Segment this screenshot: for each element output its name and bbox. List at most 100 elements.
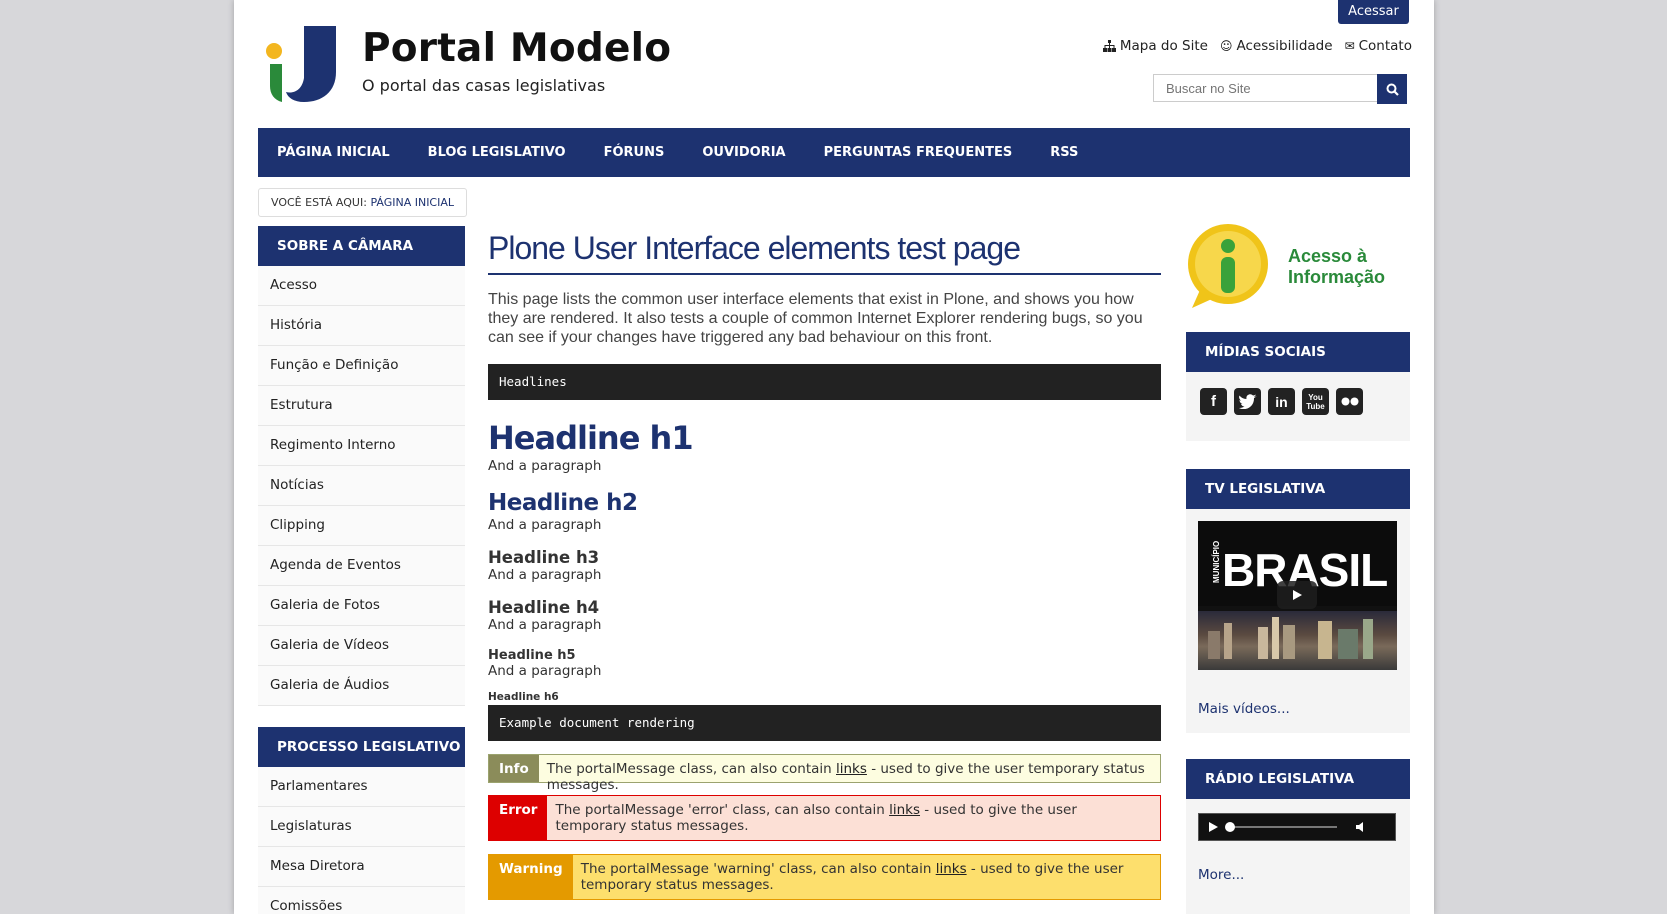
warning-link[interactable]: links: [936, 861, 967, 877]
search-box: [1153, 74, 1409, 104]
play-button[interactable]: [1277, 581, 1317, 609]
paragraph-h2: And a paragraph: [488, 517, 602, 533]
play-icon[interactable]: [1207, 821, 1219, 833]
search-icon: [1386, 83, 1399, 96]
sobre-item-agenda[interactable]: Agenda de Eventos: [258, 546, 465, 586]
paragraph-h1: And a paragraph: [488, 458, 602, 474]
portal-message-info: Info The portalMessage class, can also c…: [488, 754, 1161, 793]
volume-icon[interactable]: [1355, 821, 1369, 833]
audio-progress-handle[interactable]: [1225, 822, 1235, 832]
warning-label: Warning: [489, 855, 573, 899]
portlet-processo-legislativo: PROCESSO LEGISLATIVO Parlamentares Legis…: [258, 727, 465, 914]
contact-link[interactable]: ✉ Contato: [1345, 38, 1412, 54]
more-audios-link[interactable]: More...: [1186, 841, 1410, 895]
info-link[interactable]: links: [836, 761, 867, 777]
smile-icon: ☺: [1219, 39, 1233, 53]
contact-label: Contato: [1358, 38, 1412, 54]
nav-item-forums[interactable]: FÓRUNS: [585, 128, 684, 177]
portal-message-error: Error The portalMessage 'error' class, c…: [488, 795, 1161, 841]
main-content: Plone User Interface elements test page …: [488, 226, 1161, 900]
breadcrumb-prefix: VOCÊ ESTÁ AQUI:: [271, 196, 367, 209]
headline-h4: Headline h4: [488, 598, 600, 617]
processo-item-comissoes[interactable]: Comissões: [258, 887, 465, 914]
portlet-radio-legislativa: RÁDIO LEGISLATIVA More...: [1186, 759, 1410, 914]
portlet-sobre-camara: SOBRE A CÂMARA Acesso História Função e …: [258, 226, 465, 706]
portlet-header-processo[interactable]: PROCESSO LEGISLATIVO: [258, 727, 465, 767]
sobre-item-clipping[interactable]: Clipping: [258, 506, 465, 546]
portlet-header-radio[interactable]: RÁDIO LEGISLATIVA: [1186, 759, 1410, 799]
code-block-headlines: Headlines: [488, 364, 1161, 400]
portlet-header-midias[interactable]: MÍDIAS SOCIAIS: [1186, 332, 1410, 372]
paragraph-h3: And a paragraph: [488, 567, 602, 583]
headline-h1: Headline h1: [488, 419, 694, 457]
login-button[interactable]: Acessar: [1338, 0, 1409, 24]
sobre-item-videos[interactable]: Galeria de Vídeos: [258, 626, 465, 666]
acesso-informacao-banner[interactable]: Acesso à Informação: [1186, 224, 1410, 310]
error-text: The portalMessage 'error' class, can als…: [555, 802, 1077, 834]
headline-h5: Headline h5: [488, 648, 576, 663]
accessibility-link[interactable]: ☺ Acessibilidade: [1220, 38, 1333, 54]
nav-item-faq[interactable]: PERGUNTAS FREQUENTES: [805, 128, 1032, 177]
more-videos-link[interactable]: Mais vídeos...: [1186, 670, 1410, 729]
document-description: This page lists the common user interfac…: [488, 291, 1143, 346]
main-navigation: PÁGINA INICIAL BLOG LEGISLATIVO FÓRUNS O…: [258, 128, 1410, 177]
processo-item-mesa[interactable]: Mesa Diretora: [258, 847, 465, 887]
info-label: Info: [489, 755, 539, 782]
sobre-item-acesso[interactable]: Acesso: [258, 266, 465, 306]
sobre-item-audios[interactable]: Galeria de Áudios: [258, 666, 465, 706]
processo-item-legislaturas[interactable]: Legislaturas: [258, 807, 465, 847]
sobre-list: Acesso História Função e Definição Estru…: [258, 266, 465, 706]
linkedin-icon[interactable]: in: [1268, 388, 1295, 415]
flickr-icon[interactable]: [1336, 388, 1363, 415]
nav-item-blog[interactable]: BLOG LEGISLATIVO: [409, 128, 585, 177]
sobre-item-noticias[interactable]: Notícias: [258, 466, 465, 506]
document-title: Plone User Interface elements test page: [488, 230, 1161, 275]
search-button[interactable]: [1377, 74, 1407, 104]
portal-logo[interactable]: [264, 26, 336, 102]
sobre-item-funcao[interactable]: Função e Definição: [258, 346, 465, 386]
page: Acessar Portal Modelo O portal das casas…: [234, 0, 1434, 914]
info-text: The portalMessage class, can also contai…: [546, 761, 1145, 793]
audio-progress-track[interactable]: [1225, 822, 1337, 832]
error-link[interactable]: links: [889, 802, 920, 818]
audio-player: [1198, 813, 1396, 841]
code-block-example: Example document rendering: [488, 705, 1161, 741]
error-label: Error: [489, 796, 548, 840]
portlet-midias-sociais: MÍDIAS SOCIAIS f in You Tube: [1186, 332, 1410, 441]
nav-item-home[interactable]: PÁGINA INICIAL: [258, 128, 409, 177]
search-input[interactable]: [1153, 74, 1377, 102]
headline-h3: Headline h3: [488, 548, 600, 567]
headline-h2: Headline h2: [488, 490, 638, 516]
sitemap-label: Mapa do Site: [1119, 38, 1208, 54]
acesso-line1: Acesso à: [1288, 246, 1368, 266]
paragraph-h4: And a paragraph: [488, 617, 602, 633]
processo-list: Parlamentares Legislaturas Mesa Diretora…: [258, 767, 465, 914]
breadcrumb: VOCÊ ESTÁ AQUI: PÁGINA INICIAL: [258, 188, 468, 217]
portal-message-warning: Warning The portalMessage 'warning' clas…: [488, 854, 1161, 900]
sitemap-link[interactable]: Mapa do Site: [1102, 38, 1208, 54]
site-title[interactable]: Portal Modelo: [362, 26, 671, 71]
video-small-text: MUNICÍPIO: [1212, 540, 1221, 583]
sobre-item-estrutura[interactable]: Estrutura: [258, 386, 465, 426]
info-badge-icon: [1188, 224, 1268, 308]
site-description: O portal das casas legislativas: [362, 76, 606, 95]
portlet-tv-legislativa: TV LEGISLATIVA MUNICÍPIO BRASIL Mais víd…: [1186, 469, 1410, 733]
city-skyline-icon: [1208, 617, 1373, 659]
headline-h6: Headline h6: [488, 691, 559, 703]
sobre-item-regimento[interactable]: Regimento Interno: [258, 426, 465, 466]
sobre-item-historia[interactable]: História: [258, 306, 465, 346]
video-player[interactable]: MUNICÍPIO BRASIL: [1198, 521, 1397, 670]
youtube-icon[interactable]: You Tube: [1302, 388, 1329, 415]
sitemap-icon: [1102, 40, 1116, 52]
nav-item-rss[interactable]: RSS: [1031, 128, 1097, 177]
facebook-icon[interactable]: f: [1200, 388, 1227, 415]
breadcrumb-home-link[interactable]: PÁGINA INICIAL: [370, 196, 454, 209]
portlet-header-sobre[interactable]: SOBRE A CÂMARA: [258, 226, 465, 266]
sobre-item-fotos[interactable]: Galeria de Fotos: [258, 586, 465, 626]
social-links: f in You Tube: [1186, 372, 1410, 441]
site-actions: Mapa do Site ☺ Acessibilidade ✉ Contato: [1102, 38, 1412, 54]
portlet-header-tv[interactable]: TV LEGISLATIVA: [1186, 469, 1410, 509]
nav-item-ouvidoria[interactable]: OUVIDORIA: [683, 128, 804, 177]
processo-item-parlamentares[interactable]: Parlamentares: [258, 767, 465, 807]
twitter-icon[interactable]: [1234, 388, 1261, 415]
